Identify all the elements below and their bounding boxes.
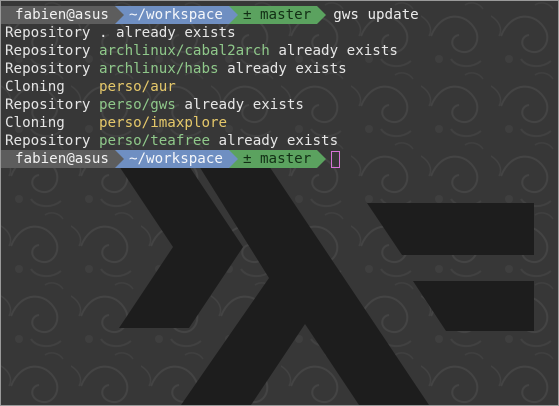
prompt-line: fabien@asus ~/workspace ± master [1, 150, 558, 168]
prompt-line: fabien@asus ~/workspace ± master gws upd… [1, 6, 558, 24]
prompt-user-segment: fabien@asus [1, 150, 124, 168]
prompt-directory-segment: ~/workspace [114, 150, 238, 168]
output-line: Repository . already exists [5, 24, 558, 42]
output-repo-name: archlinux/cabal2arch [98, 43, 270, 59]
output-suffix: already exists [218, 61, 347, 77]
terminal-window[interactable]: fabien@asus ~/workspace ± master gws upd… [0, 0, 559, 406]
terminal-cursor[interactable] [331, 150, 341, 168]
output-repo-name: archlinux/habs [98, 61, 219, 77]
output-prefix: Repository [5, 133, 99, 149]
output-prefix: Cloning [5, 79, 99, 95]
output-prefix: Repository [5, 43, 99, 59]
entered-command: gws update [333, 7, 419, 23]
prompt-directory-segment: ~/workspace [114, 6, 238, 24]
prompt-git-branch-segment: ± master [228, 6, 327, 24]
output-repo-name: perso/teafree [98, 133, 211, 149]
output-repo-name: . [98, 25, 108, 41]
output-suffix: already exists [269, 43, 398, 59]
output-prefix: Repository [5, 61, 99, 77]
prompt-git-branch-segment: ± master [228, 150, 327, 168]
output-line: Repository perso/teafree already exists [5, 132, 558, 150]
output-line: Cloning perso/imaxplore [5, 114, 558, 132]
output-line: Repository archlinux/cabal2arch already … [5, 42, 558, 60]
output-prefix: Repository [5, 97, 99, 113]
output-line: Repository archlinux/habs already exists [5, 60, 558, 78]
output-suffix: already exists [107, 25, 236, 41]
output-repo-name: perso/aur [98, 79, 176, 95]
output-prefix: Repository [5, 25, 99, 41]
terminal-output[interactable]: fabien@asus ~/workspace ± master gws upd… [1, 6, 558, 168]
output-prefix: Cloning [5, 115, 99, 131]
output-suffix: already exists [175, 97, 304, 113]
prompt-user-segment: fabien@asus [1, 6, 124, 24]
output-repo-name: perso/imaxplore [98, 115, 228, 131]
output-suffix: already exists [210, 133, 339, 149]
output-repo-name: perso/gws [98, 97, 176, 113]
output-line: Repository perso/gws already exists [5, 96, 558, 114]
output-line: Cloning perso/aur [5, 78, 558, 96]
